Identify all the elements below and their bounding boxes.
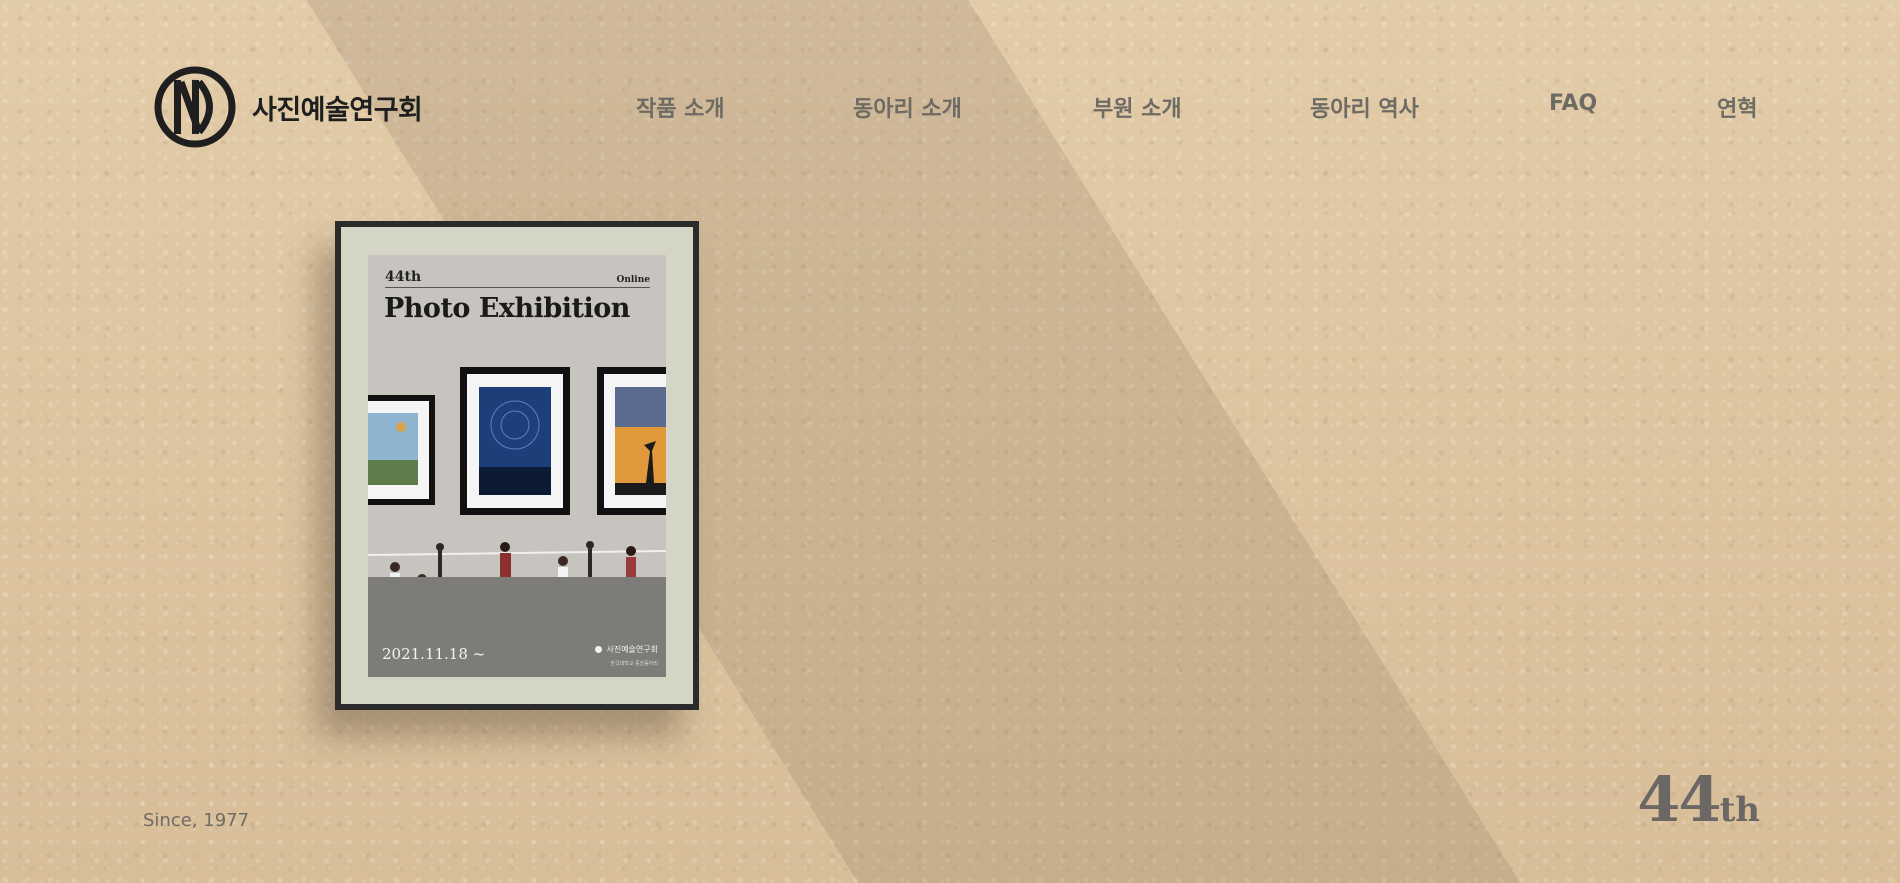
nav-item-club-intro[interactable]: 동아리 소개 [853, 91, 962, 123]
nav-item-timeline[interactable]: 연혁 [1717, 91, 1757, 123]
poster-frame-balloon [368, 395, 435, 505]
site-header: 사진예술연구회 작품 소개 동아리 소개 부원 소개 동아리 역사 FAQ 연혁 [0, 0, 1900, 210]
poster-frame-star-trails [460, 367, 570, 515]
poster-date: 2021.11.18 ~ [382, 645, 486, 663]
brand-name: 사진예술연구회 [252, 94, 423, 126]
since-label: Since, 1977 [143, 810, 250, 831]
brand-logo-link[interactable]: 사진예술연구회 [154, 66, 423, 148]
edition-suffix: th [1719, 790, 1760, 830]
nav-item-members[interactable]: 부원 소개 [1093, 91, 1182, 123]
poster-org-name: 사진예술연구회 [606, 645, 658, 654]
exhibition-poster-frame[interactable]: 44th Online Photo Exhibition 2021.11.18 … [335, 221, 699, 710]
nav-item-faq[interactable]: FAQ [1549, 91, 1597, 116]
nav-item-club-history[interactable]: 동아리 역사 [1310, 91, 1419, 123]
poster-mat: 44th Online Photo Exhibition 2021.11.18 … [341, 227, 693, 704]
poster-org: 사진예술연구회 [595, 644, 658, 655]
club-logo-icon [154, 66, 236, 148]
exhibition-poster: 44th Online Photo Exhibition 2021.11.18 … [368, 255, 666, 677]
poster-org-logo-icon [595, 646, 603, 653]
poster-frame-sunset [597, 367, 666, 515]
nav-item-works[interactable]: 작품 소개 [636, 91, 725, 123]
edition-badge: 44th [1637, 763, 1760, 836]
poster-org-subtitle: 한국대학교 중앙동아리 [610, 661, 658, 667]
edition-number: 44 [1637, 763, 1721, 836]
